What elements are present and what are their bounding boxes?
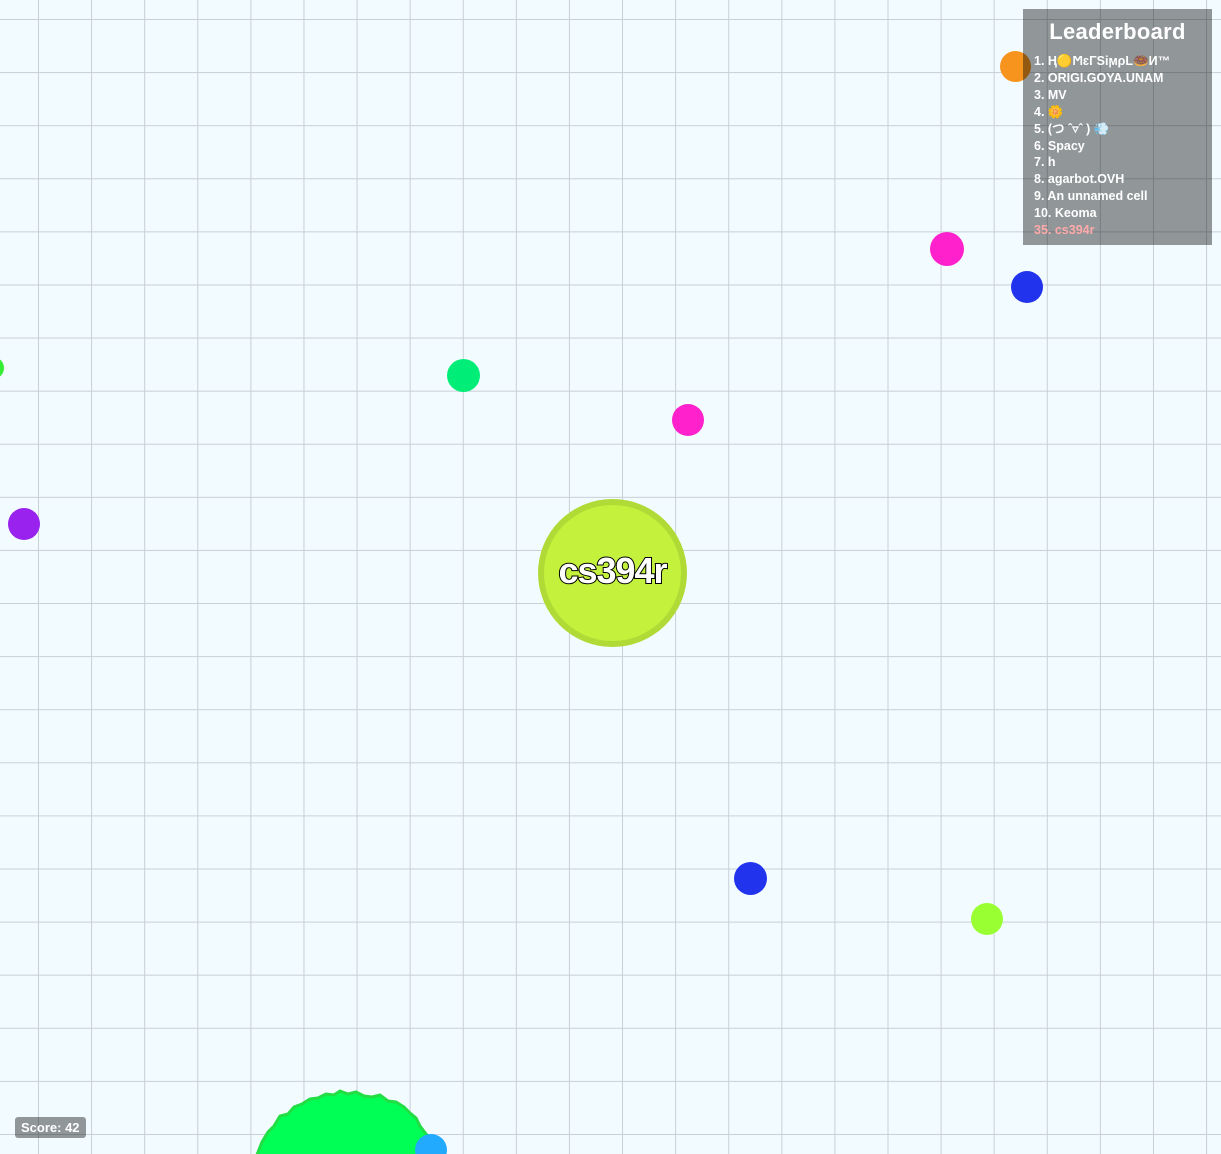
food-pellet-blue	[734, 862, 767, 895]
leaderboard-entry: 5. (つ ˆ▿ˆ ) 💨	[1034, 121, 1110, 136]
score-display: Score: 42	[15, 1117, 86, 1138]
game-canvas[interactable]: cs394r Leaderboard 1. Ң🟡ϺɛΓSiϻρL🍩И™ 2. O…	[0, 0, 1221, 1154]
food-pellet-green	[447, 359, 480, 392]
leaderboard-entry: 1. Ң🟡ϺɛΓSiϻρL🍩И™	[1034, 54, 1171, 68]
food-pellet-purple	[8, 508, 40, 540]
food-pellet-green	[0, 357, 4, 379]
leaderboard-own-entry: 35. cs394r	[1034, 223, 1095, 238]
food-pellet-magenta	[672, 404, 704, 436]
food-pellet-magenta	[930, 232, 964, 266]
leaderboard-entry: 8. agarbot.OVH	[1034, 172, 1125, 187]
leaderboard-entry: 4. 🌼	[1034, 104, 1064, 119]
player-name-label: cs394r	[557, 549, 668, 592]
leaderboard-entry: 10. Keoma	[1034, 206, 1097, 221]
leaderboard-entry: 3. MV	[1034, 87, 1067, 102]
leaderboard-entry: 6. Spacy	[1034, 138, 1085, 153]
food-pellet-lime	[971, 903, 1003, 935]
leaderboard-entry: 9. An unnamed cell	[1034, 189, 1148, 204]
leaderboard-entry: 2. ORIGI.GOYA.UNAM	[1034, 70, 1164, 85]
food-pellet-blue	[1011, 271, 1043, 303]
leaderboard: Leaderboard 1. Ң🟡ϺɛΓSiϻρL🍩И™ 2. ORIGI.GO…	[1023, 9, 1212, 245]
leaderboard-list: 1. Ң🟡ϺɛΓSiϻρL🍩И™ 2. ORIGI.GOYA.UNAM 3. M…	[1034, 53, 1212, 239]
leaderboard-entry: 7. h	[1034, 155, 1056, 170]
leaderboard-title: Leaderboard	[1049, 19, 1186, 44]
